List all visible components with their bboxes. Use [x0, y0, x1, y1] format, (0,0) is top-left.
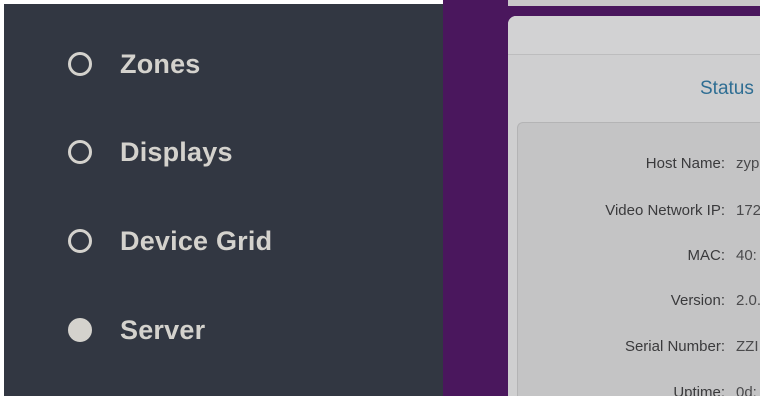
status-label: Serial Number: [624, 338, 725, 355]
panel-header [508, 16, 760, 55]
status-value: 172 [736, 202, 760, 219]
status-value: zyp [736, 155, 760, 172]
sidebar-item-label: Server [120, 314, 206, 345]
app-window: Zones Displays Device Grid Server Status… [0, 0, 760, 396]
sidebar-item-label: Zones [120, 48, 201, 79]
status-value: 0d: [736, 384, 757, 396]
sidebar-item-zones[interactable]: Zones [68, 44, 201, 84]
status-label: Host Name: [645, 155, 725, 172]
status-row-uptime: Uptime: 0d: [518, 384, 760, 396]
radio-selected-icon[interactable] [68, 318, 92, 342]
status-value: ZZI [736, 338, 759, 355]
status-label: Uptime: [673, 384, 725, 396]
sidebar-item-server[interactable]: Server [68, 310, 205, 350]
status-row-video-network-ip: Video Network IP: 172 [518, 202, 760, 224]
status-value: 40: [736, 247, 757, 264]
radio-unselected-icon[interactable] [68, 229, 92, 253]
sidebar-item-displays[interactable]: Displays [68, 132, 233, 172]
status-label: MAC: [687, 247, 726, 264]
radio-unselected-icon[interactable] [68, 52, 92, 76]
status-row-version: Version: 2.0. [518, 292, 760, 314]
status-row-host-name: Host Name: zyp [518, 155, 760, 177]
sidebar-item-label: Displays [120, 136, 233, 167]
sidebar-nav: Zones Displays Device Grid Server [4, 4, 443, 396]
status-row-mac: MAC: 40: [518, 247, 760, 269]
status-row-serial-number: Serial Number: ZZI [518, 338, 760, 360]
sidebar-item-label: Device Grid [120, 225, 273, 256]
radio-unselected-icon[interactable] [68, 140, 92, 164]
status-value: 2.0. [736, 292, 760, 309]
status-title: Status [700, 78, 754, 99]
status-label: Version: [670, 292, 725, 309]
status-label: Video Network IP: [605, 202, 725, 219]
panel-edge [508, 0, 760, 6]
status-info-box: Host Name: zyp Video Network IP: 172 MAC… [517, 122, 760, 396]
sidebar-item-device-grid[interactable]: Device Grid [68, 221, 272, 261]
